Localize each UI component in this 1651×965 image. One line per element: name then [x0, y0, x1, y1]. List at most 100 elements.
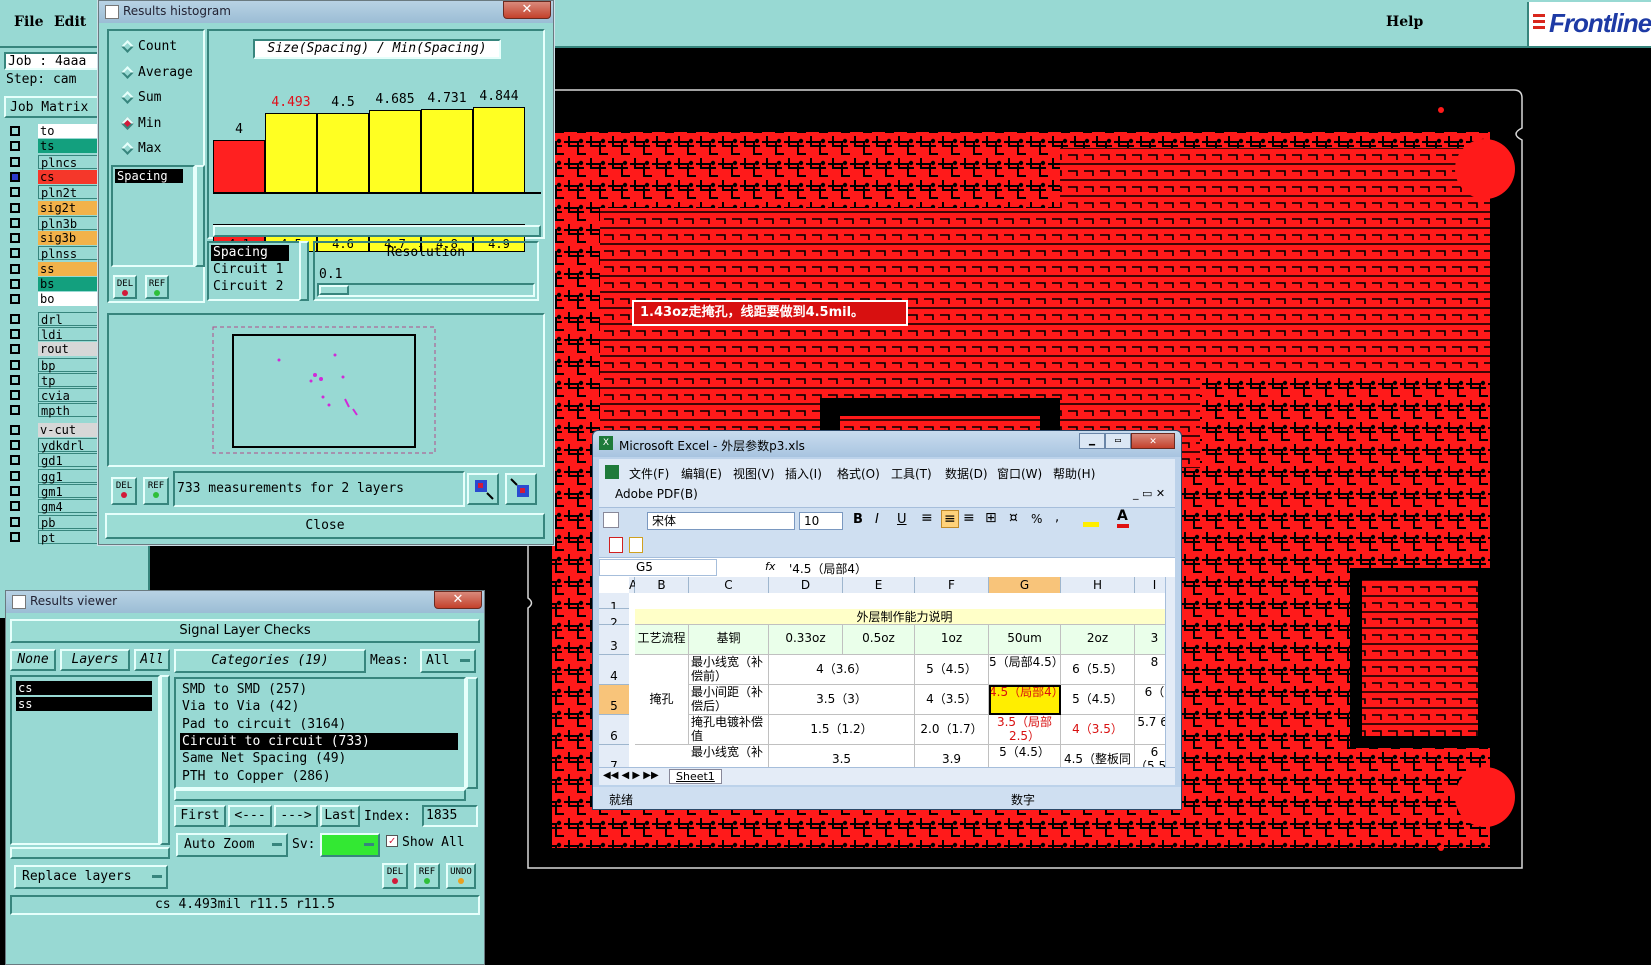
sheet-cell[interactable]: 1.5（1.2） [769, 715, 915, 745]
sheet-cell[interactable]: 5（4.5） [1061, 685, 1135, 715]
layer-checkbox[interactable] [10, 531, 20, 542]
sheet-cell[interactable]: 4（3.6） [769, 655, 915, 685]
excel-menu-item[interactable]: 编辑(E) [681, 465, 722, 482]
none-button[interactable]: None [10, 649, 56, 671]
meas-dropdown[interactable]: All [420, 649, 476, 673]
layer-checkbox[interactable] [10, 405, 20, 416]
formula-input[interactable]: '4.5（局部4） [789, 560, 867, 577]
layer-checkbox[interactable] [10, 217, 20, 228]
categories-button[interactable]: Categories (19) [174, 649, 366, 673]
column-header[interactable]: I [1135, 577, 1165, 593]
currency-icon[interactable]: ¤ [1009, 510, 1018, 526]
radio-diamond-icon[interactable] [121, 142, 134, 155]
viewer-layer-scrollbar[interactable] [160, 675, 170, 845]
sheet-cell[interactable]: 4（3.5） [1061, 715, 1135, 745]
option-sum[interactable]: Sum [121, 90, 161, 105]
category-item[interactable]: Same Net Spacing (49) [180, 750, 458, 767]
layers-button[interactable]: Layers [60, 649, 130, 671]
sv-color-dropdown[interactable] [320, 833, 380, 857]
bold-button[interactable]: B [853, 512, 863, 527]
undo-button[interactable]: UNDO [446, 863, 476, 889]
column-header[interactable]: G [989, 577, 1061, 593]
sheet-cell[interactable]: 最小线宽（补 [689, 745, 769, 767]
show-all-checkbox[interactable]: ✓ [386, 835, 398, 847]
menu-help[interactable]: Help [1386, 14, 1423, 30]
worksheet-vscroll[interactable] [1165, 577, 1175, 767]
column-header[interactable]: B [635, 577, 689, 593]
last-button[interactable]: Last [320, 805, 360, 827]
minimize-icon[interactable]: ▁ [1079, 433, 1105, 449]
underline-button[interactable]: U [897, 512, 907, 527]
fx-icon[interactable]: fx [765, 560, 775, 573]
maximize-icon[interactable]: ▭ [1105, 433, 1131, 449]
doc-window-controls-icon[interactable]: _ ▭ ✕ [1133, 487, 1165, 500]
option-min[interactable]: Min [121, 116, 161, 131]
sheet-cell[interactable]: 3 [1135, 625, 1165, 655]
sheet-tab[interactable]: Sheet1 [669, 769, 722, 784]
layer-checkbox[interactable] [10, 156, 20, 167]
excel-menu-item[interactable]: 帮助(H) [1053, 465, 1095, 482]
sheet-cell[interactable]: 基铜 [689, 625, 769, 655]
excel-menu-item[interactable]: 工具(T) [891, 465, 932, 482]
layer-checkbox[interactable] [10, 279, 20, 289]
all-button[interactable]: All [134, 649, 170, 671]
sheet-cell[interactable]: 2oz [1061, 625, 1135, 655]
excel-menu-item[interactable]: 数据(D) [945, 465, 988, 482]
column-header[interactable]: E [843, 577, 915, 593]
sheet-cell[interactable]: 掩孔电镀补偿值 [689, 715, 769, 745]
radio-diamond-icon[interactable] [121, 65, 134, 79]
sheet-cell[interactable]: 50um [989, 625, 1061, 655]
layer-checkbox[interactable] [10, 233, 20, 244]
type-item[interactable]: Circuit 2 [211, 279, 289, 295]
sheet-cell[interactable]: 掩孔 [635, 655, 689, 745]
del-button[interactable]: DEL [113, 275, 137, 299]
layer-checkbox[interactable] [10, 501, 20, 512]
ref-button[interactable]: REF [145, 275, 169, 299]
sheet-cell[interactable]: 4.5（整板同形直线 [1061, 745, 1135, 767]
resolution-slider-handle[interactable] [319, 285, 349, 295]
column-header[interactable]: D [769, 577, 843, 593]
row-header[interactable]: 3 [599, 625, 629, 655]
viewer-layer-item[interactable]: ss [16, 697, 152, 711]
zoom-fit-button[interactable] [467, 473, 499, 505]
layer-checkbox[interactable] [10, 440, 20, 450]
job-matrix-button[interactable]: Job Matrix [4, 96, 100, 118]
type-item[interactable]: Circuit 1 [211, 262, 289, 278]
sheet-cell[interactable]: 2.0（1.7） [915, 715, 989, 745]
sheet-cell[interactable]: 最小线宽（补偿前） [689, 655, 769, 685]
new-doc-icon[interactable] [603, 512, 619, 528]
layer-checkbox[interactable] [10, 470, 20, 481]
option-average[interactable]: Average [121, 65, 193, 80]
pdf-icon[interactable] [609, 537, 623, 553]
fill-color-icon[interactable] [1083, 522, 1099, 527]
histogram-titlebar[interactable]: Results histogram [99, 1, 553, 23]
layer-checkbox[interactable] [10, 202, 20, 213]
layer-checkbox[interactable] [10, 359, 20, 370]
category-scrollbar[interactable] [466, 677, 478, 789]
sheet-cell[interactable]: 5（4.5） [915, 655, 989, 685]
layer-checkbox[interactable] [10, 248, 20, 259]
align-left-icon[interactable]: ≡ [921, 510, 933, 526]
radio-diamond-icon[interactable] [121, 91, 134, 104]
radio-diamond-icon[interactable] [121, 116, 134, 130]
category-item[interactable]: PTH to Copper (286) [180, 768, 458, 785]
layer-checkbox[interactable] [10, 187, 20, 198]
category-item[interactable]: SMD to SMD (257) [180, 681, 458, 698]
sheet-cell[interactable]: 工艺流程 [635, 625, 689, 655]
font-name-select[interactable]: 宋体 [647, 512, 795, 530]
attribute-item[interactable]: Spacing [115, 169, 183, 183]
layer-checkbox[interactable] [10, 141, 20, 152]
layer-checkbox[interactable] [10, 374, 20, 385]
sheet-cell[interactable]: 4（3.5） [915, 685, 989, 715]
replace-layers-dropdown[interactable]: Replace layers [14, 865, 168, 889]
type-item[interactable]: Spacing [211, 245, 289, 261]
merge-center-icon[interactable]: ⊞ [985, 510, 997, 526]
index-input[interactable]: 1835 [422, 805, 478, 827]
sheet-cell[interactable]: 6（5.5） [1061, 655, 1135, 685]
histogram-close-x-button[interactable]: ✕ [503, 1, 551, 19]
layer-checkbox[interactable] [10, 390, 20, 401]
font-color-icon[interactable]: A [1117, 508, 1128, 524]
row-header[interactable]: 2 [599, 609, 629, 630]
row-header[interactable]: 5 [599, 685, 629, 715]
results-viewer-close-x-button[interactable]: ✕ [434, 591, 482, 609]
